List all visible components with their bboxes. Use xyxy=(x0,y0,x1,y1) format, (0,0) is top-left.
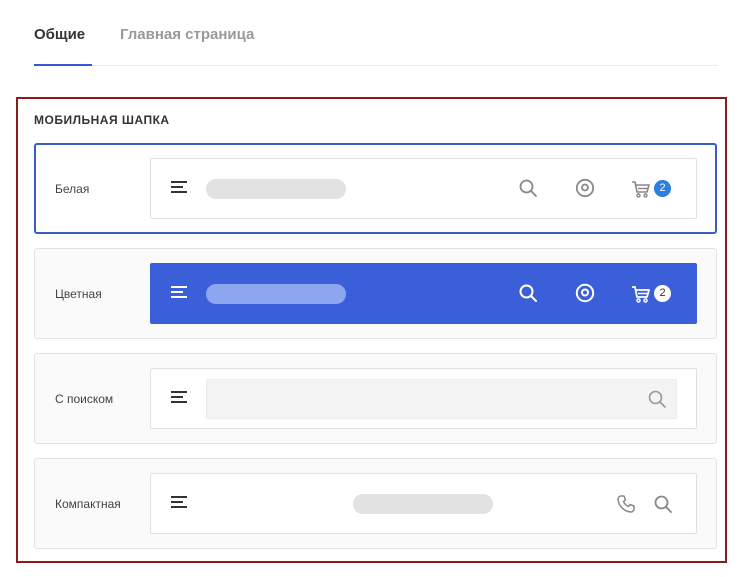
tab-home-page[interactable]: Главная страница xyxy=(120,26,254,43)
option-label: Белая xyxy=(55,182,90,196)
logo-placeholder xyxy=(206,179,346,199)
option-label: С поиском xyxy=(55,392,114,406)
search-icon xyxy=(647,389,667,409)
menu-icon xyxy=(171,181,188,196)
user-icon xyxy=(575,283,595,303)
cart-count-badge: 2 xyxy=(654,180,671,197)
option-colored-header[interactable]: Цветная 2 xyxy=(34,248,717,339)
cart-icon xyxy=(631,179,651,199)
cart-icon xyxy=(631,284,651,304)
user-icon xyxy=(575,178,595,198)
search-field-placeholder xyxy=(206,379,677,419)
cart-count-badge: 2 xyxy=(654,285,671,302)
logo-placeholder xyxy=(353,494,493,514)
active-tab-indicator xyxy=(34,64,92,66)
option-label: Цветная xyxy=(55,287,102,301)
search-icon xyxy=(653,494,673,514)
preview-colored-header: 2 xyxy=(150,263,697,324)
search-icon xyxy=(518,283,538,303)
phone-icon xyxy=(616,494,636,514)
option-compact-header[interactable]: Компактная xyxy=(34,458,717,549)
section-title: МОБИЛЬНАЯ ШАПКА xyxy=(34,113,170,127)
option-white-header[interactable]: Белая 2 xyxy=(34,143,717,234)
menu-icon xyxy=(171,496,188,511)
tab-general[interactable]: Общие xyxy=(34,26,85,43)
preview-search-header xyxy=(150,368,697,429)
preview-white-header: 2 xyxy=(150,158,697,219)
tab-bar: Общие Главная страница xyxy=(34,0,718,66)
logo-placeholder xyxy=(206,284,346,304)
mobile-header-section: МОБИЛЬНАЯ ШАПКА Белая 2 Цветная 2 С поис… xyxy=(16,97,727,563)
option-label: Компактная xyxy=(55,497,121,511)
preview-compact-header xyxy=(150,473,697,534)
option-search-header[interactable]: С поиском xyxy=(34,353,717,444)
search-icon xyxy=(518,178,538,198)
menu-icon xyxy=(171,391,188,406)
menu-icon xyxy=(171,286,188,301)
